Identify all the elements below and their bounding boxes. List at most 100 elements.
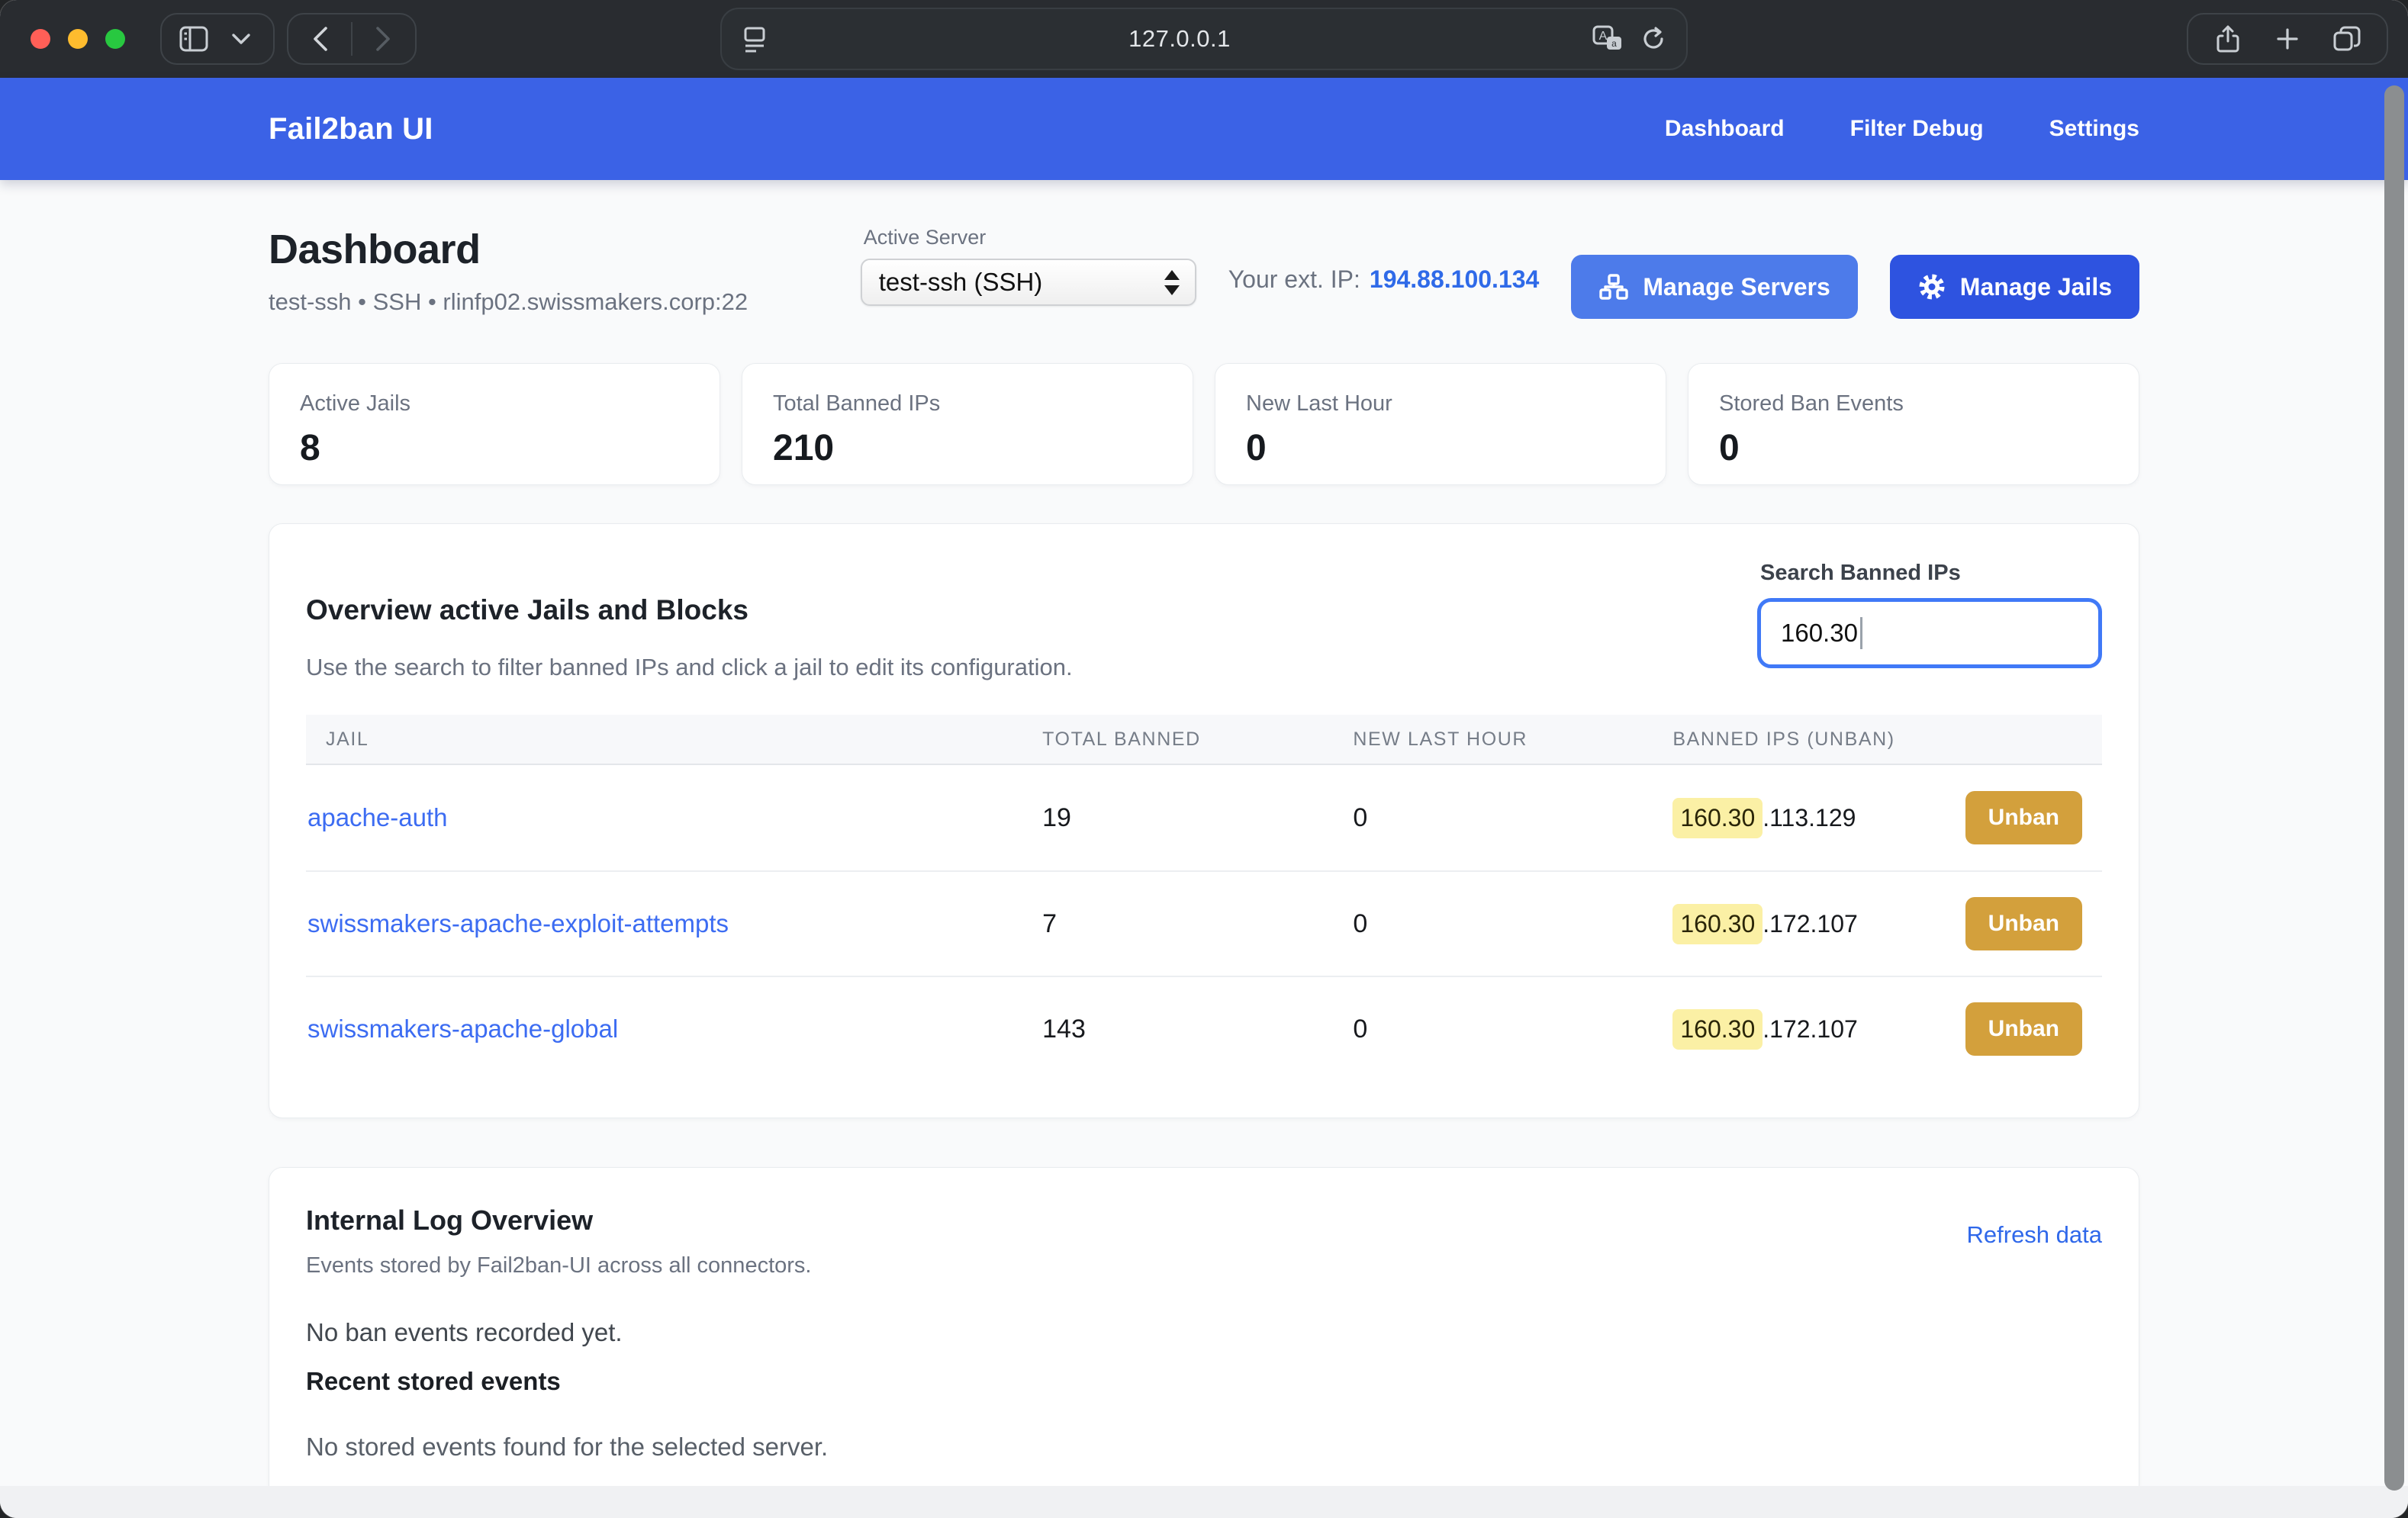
internal-log-card: Internal Log Overview Events stored by F… [269,1167,2139,1499]
history-nav-group [287,13,417,65]
new-last-hour-value: 0 [1353,803,1672,833]
no-stored-events-text: No stored events found for the selected … [306,1433,2102,1462]
app-brand: Fail2ban UI [269,112,433,146]
manage-servers-button[interactable]: Manage Servers [1571,255,1857,319]
page-title: Dashboard [269,226,748,273]
back-icon[interactable] [304,19,337,59]
active-server-block: Active Server test-ssh (SSH) [861,226,1196,306]
banned-ip: 160.30.172.107 [1672,904,1857,944]
column-header-total-banned: TOTAL BANNED [1042,728,1353,751]
ip-rest: .172.107 [1763,910,1858,938]
page-header-row: Dashboard test-ssh • SSH • rlinfp02.swis… [269,180,2139,319]
stat-card-new-last-hour: New Last Hour 0 [1215,363,1666,485]
traffic-lights [31,29,125,49]
active-server-select[interactable]: test-ssh (SSH) [861,259,1196,306]
svg-text:A: A [1599,30,1608,43]
banned-ip: 160.30.172.107 [1672,1009,1857,1050]
gear-icon [1917,272,1946,301]
page-title-block: Dashboard test-ssh • SSH • rlinfp02.swis… [269,226,748,316]
jails-table: JAIL TOTAL BANNED NEW LAST HOUR BANNED I… [306,715,2102,1081]
page-controls: Active Server test-ssh (SSH) Your ext. I… [861,226,2139,319]
column-header-new-last-hour: NEW LAST HOUR [1353,728,1672,751]
unban-button[interactable]: Unban [1965,791,2082,844]
banned-ip: 160.30.113.129 [1672,798,1856,838]
new-tab-icon[interactable] [2271,19,2304,59]
recent-stored-events-heading: Recent stored events [306,1367,2102,1396]
sitemap-icon [1598,273,1629,301]
search-input[interactable]: 160.30 [1757,598,2102,668]
new-last-hour-value: 0 [1353,1015,1672,1044]
total-banned-value: 19 [1042,803,1353,833]
zoom-window-button[interactable] [105,29,125,49]
vertical-scrollbar[interactable] [2384,85,2404,1491]
tab-overview-icon[interactable] [2330,19,2364,59]
stat-card-total-banned: Total Banned IPs 210 [742,363,1193,485]
log-title-block: Internal Log Overview Events stored by F… [306,1204,811,1278]
active-server-label: Active Server [864,226,1196,249]
column-header-banned-ips: BANNED IPS (UNBAN) [1672,728,2102,751]
ip-rest: .172.107 [1763,1015,1858,1044]
stat-cards-row: Active Jails 8 Total Banned IPs 210 New … [269,363,2139,485]
table-row: apache-auth 19 0 160.30.113.129 Unban [306,765,2102,870]
stat-value: 8 [300,427,689,469]
stat-label: New Last Hour [1246,391,1635,416]
page-settings-icon[interactable] [742,24,768,53]
address-bar-actions: A a [1592,24,1666,53]
table-row: swissmakers-apache-exploit-attempts 7 0 … [306,870,2102,976]
total-banned-value: 143 [1042,1015,1353,1044]
share-icon[interactable] [2211,19,2245,59]
manage-jails-label: Manage Jails [1960,273,2112,301]
browser-window: 127.0.0.1 A a [0,0,2408,1518]
table-row: swissmakers-apache-global 143 0 160.30.1… [306,976,2102,1081]
overview-title-block: Overview active Jails and Blocks Use the… [306,561,1073,681]
stat-value: 0 [1719,427,2108,469]
ip-rest: .113.129 [1763,804,1856,832]
page-bottom-strip [0,1486,2408,1518]
overview-card: Overview active Jails and Blocks Use the… [269,523,2139,1118]
stat-value: 0 [1246,427,1635,469]
column-header-jail: JAIL [306,728,1042,751]
external-ip-label: Your ext. IP: [1228,265,1360,294]
search-input-value: 160.30 [1781,619,1858,648]
forward-icon[interactable] [366,19,400,59]
svg-text:a: a [1611,38,1617,49]
stat-card-active-jails: Active Jails 8 [269,363,720,485]
stat-label: Active Jails [300,391,689,416]
url-text[interactable]: 127.0.0.1 [768,25,1592,53]
stat-value: 210 [773,427,1162,469]
unban-button[interactable]: Unban [1965,897,2082,950]
stat-label: Stored Ban Events [1719,391,2108,416]
stat-label: Total Banned IPs [773,391,1162,416]
app-nav: Dashboard Filter Debug Settings [1665,116,2139,142]
browser-toolbar: 127.0.0.1 A a [0,0,2408,78]
manage-jails-button[interactable]: Manage Jails [1890,255,2139,319]
external-ip-link[interactable]: 194.88.100.134 [1370,265,1539,294]
chevron-down-icon[interactable] [224,19,258,59]
nav-dashboard[interactable]: Dashboard [1665,116,1785,142]
overview-description: Use the search to filter banned IPs and … [306,654,1073,681]
minimize-window-button[interactable] [68,29,88,49]
reload-icon[interactable] [1640,25,1666,53]
translate-icon[interactable]: A a [1592,24,1624,53]
search-block: Search Banned IPs 160.30 [1757,561,2102,668]
sidebar-icon[interactable] [177,19,211,59]
address-bar[interactable]: 127.0.0.1 A a [720,8,1688,70]
unban-button[interactable]: Unban [1965,1002,2082,1056]
sidebar-toggle-group [160,13,275,65]
nav-settings[interactable]: Settings [2049,116,2139,142]
jail-link[interactable]: swissmakers-apache-global [306,1015,618,1043]
nav-filter-debug[interactable]: Filter Debug [1850,116,1984,142]
close-window-button[interactable] [31,29,50,49]
search-label: Search Banned IPs [1760,561,2102,586]
overview-title: Overview active Jails and Blocks [306,594,1073,626]
log-title: Internal Log Overview [306,1204,811,1237]
app-header: Fail2ban UI Dashboard Filter Debug Setti… [0,78,2408,180]
new-last-hour-value: 0 [1353,909,1672,939]
toolbar-divider [351,22,353,56]
jail-link[interactable]: swissmakers-apache-exploit-attempts [306,909,729,937]
ip-match-highlight: 160.30 [1672,798,1763,838]
jail-link[interactable]: apache-auth [306,803,447,831]
refresh-data-link[interactable]: Refresh data [1967,1221,2103,1249]
window-actions-group [2187,13,2388,65]
stat-card-stored-ban-events: Stored Ban Events 0 [1688,363,2139,485]
